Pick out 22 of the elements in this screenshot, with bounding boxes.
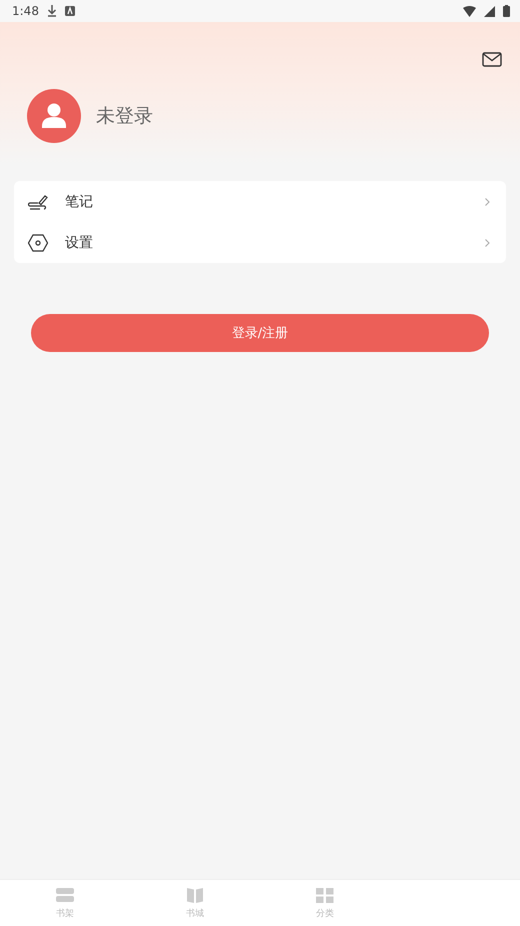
wifi-icon	[463, 6, 476, 16]
nav-tab[interactable]: 分类	[260, 880, 390, 926]
nav-tab[interactable]: 书城	[130, 880, 260, 926]
app-icon	[64, 6, 75, 16]
book-icon	[185, 886, 205, 904]
mail-icon[interactable]	[482, 52, 502, 67]
hexagon-icon	[28, 234, 48, 252]
chevron-icon	[485, 198, 490, 206]
login-status[interactable]: 未登录	[96, 103, 153, 129]
chevron-icon	[485, 238, 490, 246]
grid-icon	[315, 886, 335, 904]
login-register-button[interactable]: 登录/注册	[31, 314, 489, 352]
battery-icon	[503, 5, 510, 17]
pen-icon	[28, 192, 48, 210]
shelf-icon	[55, 886, 75, 904]
download-icon	[46, 5, 57, 17]
nav-tab[interactable]: 书架	[0, 880, 130, 926]
signal-icon	[484, 6, 495, 16]
avatar-icon[interactable]	[27, 89, 81, 143]
menu-item[interactable]: 笔记	[14, 181, 506, 222]
menu-item[interactable]: 设置	[14, 222, 506, 263]
status-time: 1:48	[12, 4, 39, 18]
